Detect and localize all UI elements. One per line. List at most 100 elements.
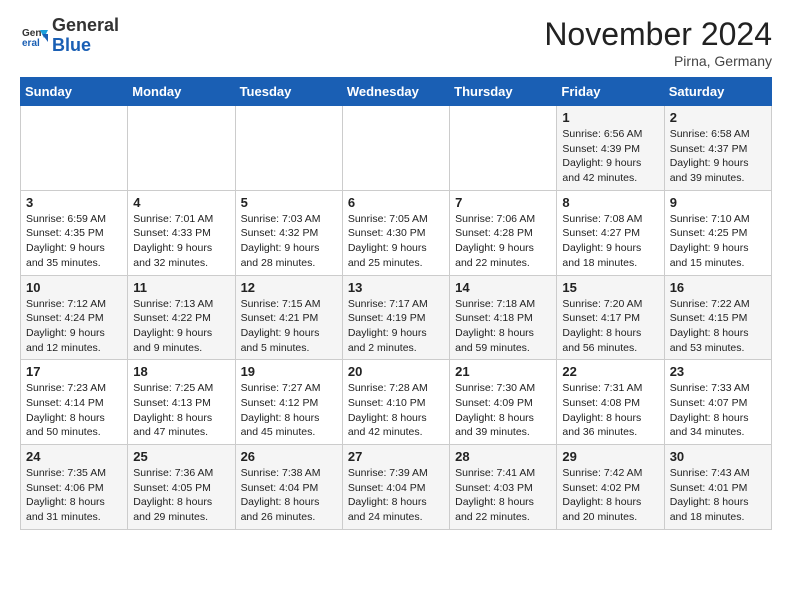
header-thursday: Thursday [450,78,557,106]
day-number: 11 [133,280,229,295]
day-number: 12 [241,280,337,295]
day-info: Sunrise: 7:31 AM Sunset: 4:08 PM Dayligh… [562,381,658,440]
day-number: 24 [26,449,122,464]
day-number: 27 [348,449,444,464]
day-cell [342,106,449,191]
day-cell: 28 Sunrise: 7:41 AM Sunset: 4:03 PM Dayli… [450,445,557,530]
day-number: 4 [133,195,229,210]
day-info: Sunrise: 7:08 AM Sunset: 4:27 PM Dayligh… [562,212,658,271]
day-info: Sunrise: 7:30 AM Sunset: 4:09 PM Dayligh… [455,381,551,440]
day-info: Sunrise: 7:35 AM Sunset: 4:06 PM Dayligh… [26,466,122,525]
day-number: 23 [670,364,766,379]
day-info: Sunrise: 7:05 AM Sunset: 4:30 PM Dayligh… [348,212,444,271]
day-number: 16 [670,280,766,295]
day-cell: 13 Sunrise: 7:17 AM Sunset: 4:19 PM Dayli… [342,275,449,360]
day-number: 8 [562,195,658,210]
day-cell: 10Sunrise: 7:12 AM Sunset: 4:24 PM Dayli… [21,275,128,360]
logo-icon: Gen eral [20,22,48,50]
day-info: Sunrise: 6:58 AM Sunset: 4:37 PM Dayligh… [670,127,766,186]
day-cell: 5 Sunrise: 7:03 AM Sunset: 4:32 PM Daylig… [235,190,342,275]
day-info: Sunrise: 7:43 AM Sunset: 4:01 PM Dayligh… [670,466,766,525]
header-wednesday: Wednesday [342,78,449,106]
day-cell: 11 Sunrise: 7:13 AM Sunset: 4:22 PM Dayli… [128,275,235,360]
day-number: 28 [455,449,551,464]
day-info: Sunrise: 7:15 AM Sunset: 4:21 PM Dayligh… [241,297,337,356]
day-info: Sunrise: 7:20 AM Sunset: 4:17 PM Dayligh… [562,297,658,356]
day-cell: 12 Sunrise: 7:15 AM Sunset: 4:21 PM Dayli… [235,275,342,360]
day-number: 20 [348,364,444,379]
day-cell: 25Sunrise: 7:36 AM Sunset: 4:05 PM Dayli… [128,445,235,530]
day-cell: 15Sunrise: 7:20 AM Sunset: 4:17 PM Dayli… [557,275,664,360]
day-info: Sunrise: 7:03 AM Sunset: 4:32 PM Dayligh… [241,212,337,271]
day-cell: 26 Sunrise: 7:38 AM Sunset: 4:04 PM Dayli… [235,445,342,530]
day-info: Sunrise: 6:59 AM Sunset: 4:35 PM Dayligh… [26,212,122,271]
day-cell [128,106,235,191]
day-info: Sunrise: 7:12 AM Sunset: 4:24 PM Dayligh… [26,297,122,356]
day-cell: 7 Sunrise: 7:06 AM Sunset: 4:28 PM Daylig… [450,190,557,275]
day-number: 9 [670,195,766,210]
calendar-table: SundayMondayTuesdayWednesdayThursdayFrid… [20,77,772,530]
day-cell: 27 Sunrise: 7:39 AM Sunset: 4:04 PM Dayli… [342,445,449,530]
logo-text: General Blue [52,16,119,56]
week-row-4: 24 Sunrise: 7:35 AM Sunset: 4:06 PM Dayli… [21,445,772,530]
day-cell [450,106,557,191]
day-cell: 16 Sunrise: 7:22 AM Sunset: 4:15 PM Dayli… [664,275,771,360]
day-number: 26 [241,449,337,464]
day-number: 14 [455,280,551,295]
day-info: Sunrise: 7:38 AM Sunset: 4:04 PM Dayligh… [241,466,337,525]
header-saturday: Saturday [664,78,771,106]
header-sunday: Sunday [21,78,128,106]
day-cell: 9 Sunrise: 7:10 AM Sunset: 4:25 PM Daylig… [664,190,771,275]
day-number: 13 [348,280,444,295]
day-number: 21 [455,364,551,379]
day-number: 18 [133,364,229,379]
header-friday: Friday [557,78,664,106]
week-row-2: 10Sunrise: 7:12 AM Sunset: 4:24 PM Dayli… [21,275,772,360]
day-number: 1 [562,110,658,125]
day-info: Sunrise: 7:33 AM Sunset: 4:07 PM Dayligh… [670,381,766,440]
day-cell: 3Sunrise: 6:59 AM Sunset: 4:35 PM Daylig… [21,190,128,275]
day-info: Sunrise: 7:06 AM Sunset: 4:28 PM Dayligh… [455,212,551,271]
day-info: Sunrise: 7:23 AM Sunset: 4:14 PM Dayligh… [26,381,122,440]
day-number: 22 [562,364,658,379]
day-info: Sunrise: 7:39 AM Sunset: 4:04 PM Dayligh… [348,466,444,525]
day-info: Sunrise: 6:56 AM Sunset: 4:39 PM Dayligh… [562,127,658,186]
day-cell: 1 Sunrise: 6:56 AM Sunset: 4:39 PM Daylig… [557,106,664,191]
day-info: Sunrise: 7:28 AM Sunset: 4:10 PM Dayligh… [348,381,444,440]
day-cell: 29Sunrise: 7:42 AM Sunset: 4:02 PM Dayli… [557,445,664,530]
day-info: Sunrise: 7:42 AM Sunset: 4:02 PM Dayligh… [562,466,658,525]
day-info: Sunrise: 7:36 AM Sunset: 4:05 PM Dayligh… [133,466,229,525]
day-info: Sunrise: 7:22 AM Sunset: 4:15 PM Dayligh… [670,297,766,356]
day-info: Sunrise: 7:27 AM Sunset: 4:12 PM Dayligh… [241,381,337,440]
day-cell [21,106,128,191]
svg-text:eral: eral [22,38,40,49]
day-cell: 17 Sunrise: 7:23 AM Sunset: 4:14 PM Dayli… [21,360,128,445]
day-info: Sunrise: 7:10 AM Sunset: 4:25 PM Dayligh… [670,212,766,271]
day-number: 30 [670,449,766,464]
day-cell: 20 Sunrise: 7:28 AM Sunset: 4:10 PM Dayli… [342,360,449,445]
week-row-0: 1 Sunrise: 6:56 AM Sunset: 4:39 PM Daylig… [21,106,772,191]
day-info: Sunrise: 7:17 AM Sunset: 4:19 PM Dayligh… [348,297,444,356]
day-number: 6 [348,195,444,210]
title-block: November 2024 Pirna, Germany [544,16,772,69]
logo-general: General [52,15,119,35]
logo: Gen eral General Blue [20,16,119,56]
header-monday: Monday [128,78,235,106]
day-cell: 8 Sunrise: 7:08 AM Sunset: 4:27 PM Daylig… [557,190,664,275]
day-cell: 23 Sunrise: 7:33 AM Sunset: 4:07 PM Dayli… [664,360,771,445]
day-number: 19 [241,364,337,379]
day-info: Sunrise: 7:01 AM Sunset: 4:33 PM Dayligh… [133,212,229,271]
day-number: 5 [241,195,337,210]
day-cell: 6 Sunrise: 7:05 AM Sunset: 4:30 PM Daylig… [342,190,449,275]
week-row-3: 17 Sunrise: 7:23 AM Sunset: 4:14 PM Dayli… [21,360,772,445]
day-number: 7 [455,195,551,210]
day-number: 17 [26,364,122,379]
day-info: Sunrise: 7:25 AM Sunset: 4:13 PM Dayligh… [133,381,229,440]
day-info: Sunrise: 7:13 AM Sunset: 4:22 PM Dayligh… [133,297,229,356]
day-info: Sunrise: 7:41 AM Sunset: 4:03 PM Dayligh… [455,466,551,525]
day-cell: 4 Sunrise: 7:01 AM Sunset: 4:33 PM Daylig… [128,190,235,275]
day-cell: 24 Sunrise: 7:35 AM Sunset: 4:06 PM Dayli… [21,445,128,530]
day-info: Sunrise: 7:18 AM Sunset: 4:18 PM Dayligh… [455,297,551,356]
header-row: SundayMondayTuesdayWednesdayThursdayFrid… [21,78,772,106]
day-cell: 2Sunrise: 6:58 AM Sunset: 4:37 PM Daylig… [664,106,771,191]
